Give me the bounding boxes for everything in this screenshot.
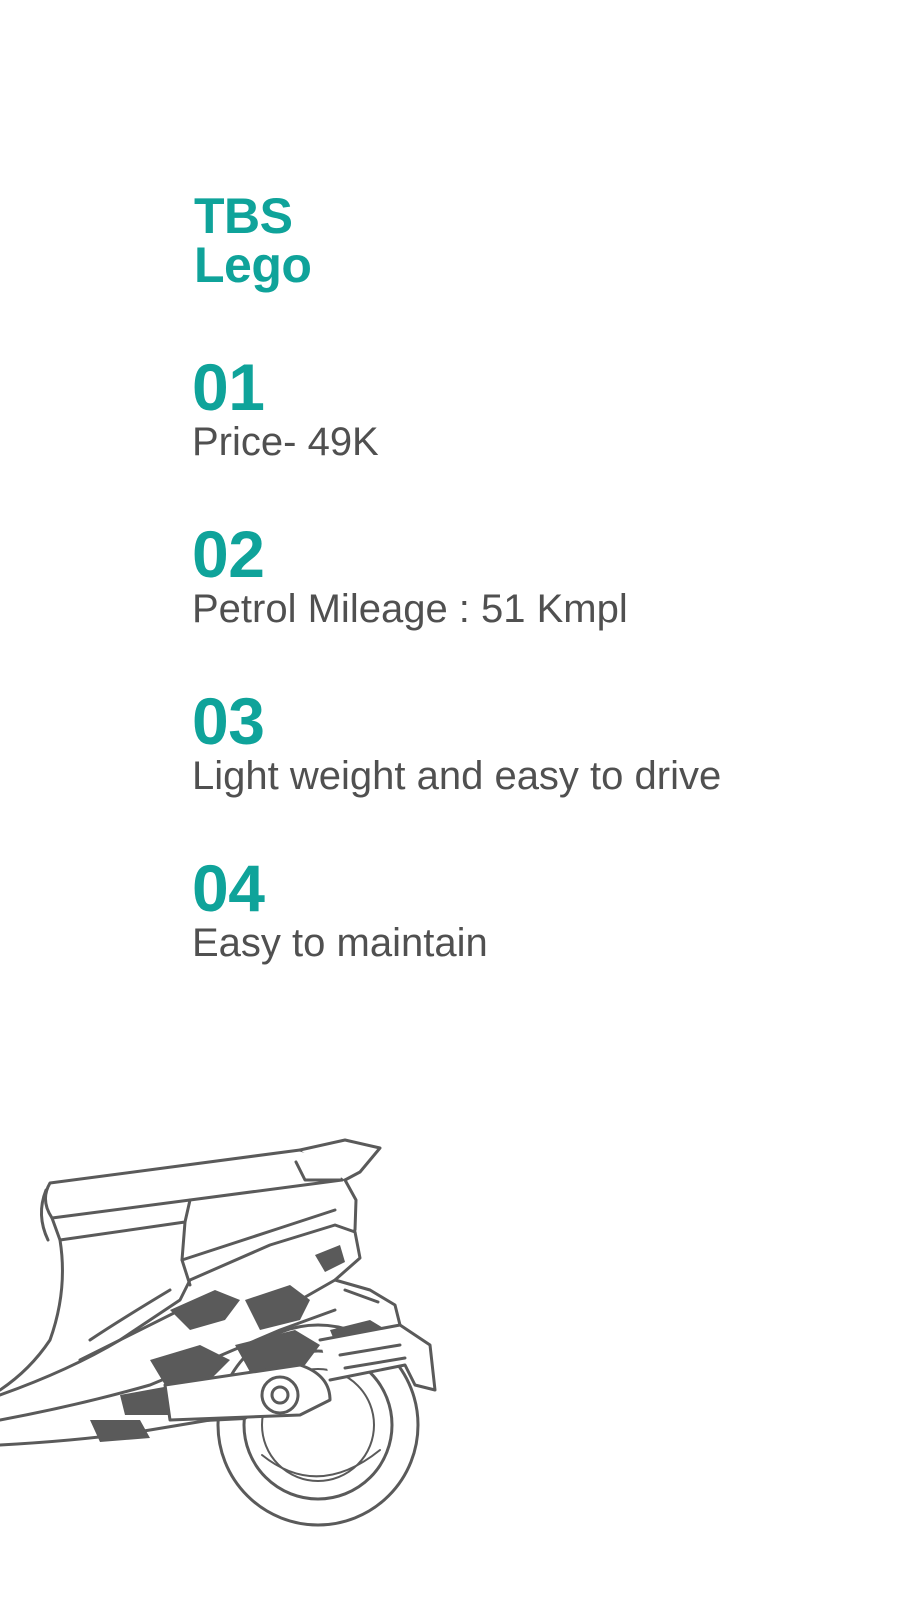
rear-shock xyxy=(333,1278,402,1327)
feature-text: Easy to maintain xyxy=(192,921,488,965)
feature-item: 02 Petrol Mileage : 51 Kmpl xyxy=(192,519,852,686)
feature-item: 04 Easy to maintain xyxy=(192,853,852,1020)
feature-number: 04 xyxy=(192,851,265,925)
feature-number: 02 xyxy=(192,517,265,591)
feature-text: Petrol Mileage : 51 Kmpl xyxy=(192,587,628,631)
scooter-illustration xyxy=(0,1138,437,1527)
product-title: TBS Lego xyxy=(194,188,312,293)
feature-number: 03 xyxy=(192,684,265,758)
feature-item: 01 Price- 49K xyxy=(192,352,852,519)
product-title-line1: TBS xyxy=(194,188,293,244)
feature-text: Price- 49K xyxy=(192,420,379,464)
product-title-line2: Lego xyxy=(194,237,312,293)
feature-number: 01 xyxy=(192,350,265,424)
feature-list: 01 Price- 49K 02 Petrol Mileage : 51 Kmp… xyxy=(192,352,852,1020)
feature-text: Light weight and easy to drive xyxy=(192,754,722,798)
feature-item: 03 Light weight and easy to drive xyxy=(192,686,852,853)
seat xyxy=(40,1148,347,1242)
spec-card: TBS Lego 01 Price- 49K 02 Petrol Mileage… xyxy=(0,0,900,1600)
